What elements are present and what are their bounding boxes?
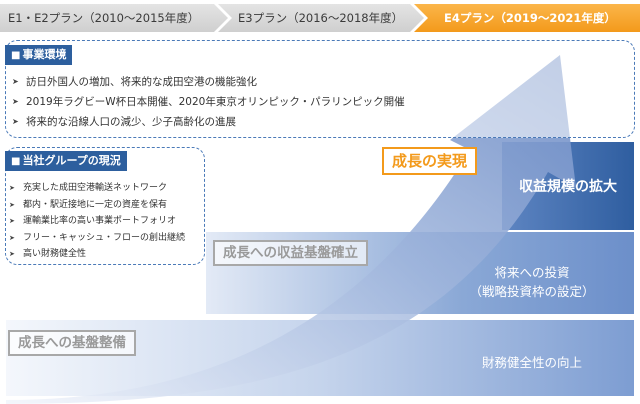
list-item: 2019年ラグビーW杯日本開催、2020年東京オリンピック・パラリンピック開催 bbox=[12, 92, 405, 112]
list-item: 充実した成田空港輸送ネットワーク bbox=[9, 180, 185, 197]
stage-label-foundation: 成長への基盤整備 bbox=[8, 330, 136, 356]
business-environment-list: 訪日外国人の増加、将来的な成田空港の機能強化 2019年ラグビーW杯日本開催、2… bbox=[12, 72, 405, 132]
square-bullet-icon: ■ bbox=[11, 156, 21, 167]
band-mid-label-line1: 将来への投資 bbox=[494, 265, 570, 280]
square-bullet-icon: ■ bbox=[11, 50, 21, 61]
group-status-heading-text: 当社グループの現況 bbox=[22, 154, 121, 167]
stage-label-revenue-base: 成長への収益基盤確立 bbox=[213, 240, 368, 266]
list-item: 都内・駅近接地に一定の資産を保有 bbox=[9, 197, 185, 214]
band-top-label: 収益規模の拡大 bbox=[519, 179, 617, 195]
group-status-list: 充実した成田空港輸送ネットワーク 都内・駅近接地に一定の資産を保有 運輸業比率の… bbox=[9, 180, 185, 263]
business-environment-heading: ■ 事業環境 bbox=[5, 45, 73, 65]
business-environment-heading-text: 事業環境 bbox=[22, 48, 67, 61]
list-item: 訪日外国人の増加、将来的な成田空港の機能強化 bbox=[12, 72, 405, 92]
stage-label-growth-realization: 成長の実現 bbox=[382, 147, 478, 175]
list-item: フリー・キャッシュ・フローの創出継続 bbox=[9, 230, 185, 247]
list-item: 運輸業比率の高い事業ポートフォリオ bbox=[9, 213, 185, 230]
group-status-heading: ■ 当社グループの現況 bbox=[5, 151, 127, 171]
list-item: 将来的な沿線人口の減少、少子高齢化の進展 bbox=[12, 112, 405, 132]
band-mid-label-line2: （戦略投資枠の設定） bbox=[469, 284, 595, 299]
band-bottom-label: 財務健全性の向上 bbox=[481, 355, 582, 370]
list-item: 高い財務健全性 bbox=[9, 246, 185, 263]
